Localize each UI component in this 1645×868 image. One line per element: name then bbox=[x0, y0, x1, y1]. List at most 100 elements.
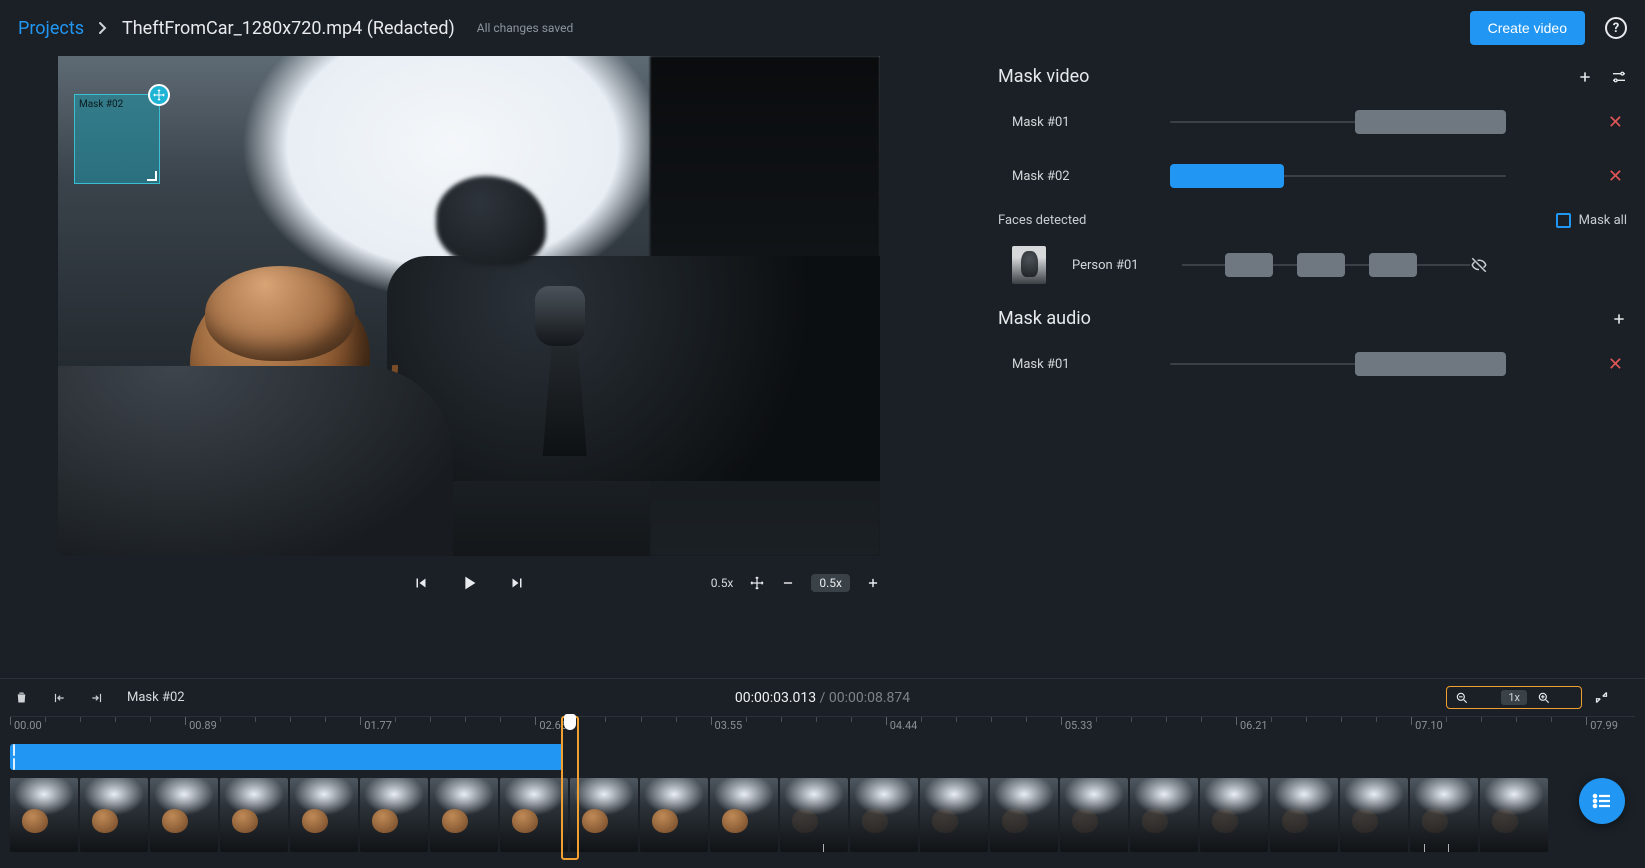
ruler-tick: 07.10 bbox=[1411, 717, 1412, 742]
timeline-thumbnail[interactable] bbox=[500, 778, 568, 852]
help-icon[interactable]: ? bbox=[1605, 17, 1627, 39]
video-frame-image bbox=[58, 56, 880, 556]
mask-segment[interactable] bbox=[1170, 164, 1284, 188]
timeline-thumbnail[interactable] bbox=[1270, 778, 1338, 852]
filename-label: TheftFromCar_1280x720.mp4 (Redacted) bbox=[122, 18, 455, 39]
video-preview[interactable]: Mask #02 bbox=[58, 56, 880, 556]
timeline-thumbnail[interactable] bbox=[1340, 778, 1408, 852]
mask-name-label: Mask #01 bbox=[1012, 115, 1170, 130]
mask-segment[interactable] bbox=[1355, 110, 1506, 134]
trim-end-icon[interactable] bbox=[89, 691, 105, 705]
visibility-off-icon[interactable] bbox=[1470, 256, 1488, 274]
timeline-thumbnail[interactable] bbox=[360, 778, 428, 852]
mask-name-label: Mask #01 bbox=[1012, 357, 1170, 372]
mask-video-title: Mask video bbox=[998, 66, 1089, 87]
mask-track[interactable] bbox=[1170, 363, 1506, 365]
delete-mask-icon[interactable]: ✕ bbox=[1608, 166, 1627, 187]
mask-all-label: Mask all bbox=[1579, 213, 1627, 228]
ruler-tick: 00.00 bbox=[10, 717, 11, 742]
mask-overlay-label: Mask #02 bbox=[79, 99, 123, 110]
timeline-thumbnail[interactable] bbox=[80, 778, 148, 852]
list-fab-button[interactable] bbox=[1579, 778, 1625, 824]
timeline-thumbnail[interactable] bbox=[920, 778, 988, 852]
faces-detected-label: Faces detected bbox=[998, 213, 1086, 228]
create-video-button[interactable]: Create video bbox=[1470, 11, 1585, 45]
play-icon[interactable] bbox=[458, 572, 480, 594]
timeline-time-display: 00:00:03.013 / 00:00:08.874 bbox=[735, 690, 910, 706]
mask-row[interactable]: Mask #02✕ bbox=[998, 159, 1627, 193]
timeline-thumbnail[interactable] bbox=[1200, 778, 1268, 852]
timeline-marker bbox=[1448, 844, 1449, 852]
timeline-thumbnail[interactable] bbox=[780, 778, 848, 852]
timeline-thumbnail[interactable] bbox=[430, 778, 498, 852]
tune-icon[interactable] bbox=[1611, 69, 1627, 85]
mask-all-checkbox[interactable] bbox=[1556, 213, 1571, 228]
timeline-thumbnail[interactable] bbox=[990, 778, 1058, 852]
add-mask-icon[interactable] bbox=[1577, 69, 1593, 85]
ruler-tick: 07.99 bbox=[1586, 717, 1587, 742]
timeline-thumbnail[interactable] bbox=[1480, 778, 1548, 852]
timeline-clip[interactable] bbox=[10, 744, 563, 770]
collapse-icon[interactable] bbox=[1594, 690, 1609, 705]
ruler-tick: 04.44 bbox=[886, 717, 887, 742]
person-thumbnail[interactable] bbox=[1012, 246, 1046, 284]
chevron-right-icon bbox=[98, 21, 108, 35]
timeline-zoom-value: 1x bbox=[1501, 690, 1527, 705]
ruler-tick: 05.33 bbox=[1061, 717, 1062, 742]
mask-track[interactable] bbox=[1170, 175, 1506, 177]
timeline-marker bbox=[823, 844, 824, 852]
clip-left-handle[interactable] bbox=[10, 744, 18, 770]
timeline-zoom-in-icon[interactable] bbox=[1537, 691, 1551, 705]
ruler-tick: 00.89 bbox=[185, 717, 186, 742]
delete-icon[interactable] bbox=[14, 690, 29, 705]
zoom-out-icon[interactable] bbox=[781, 576, 795, 590]
ruler-tick: 03.55 bbox=[711, 717, 712, 742]
person-name-label: Person #01 bbox=[1072, 258, 1182, 273]
timeline-thumbnail[interactable] bbox=[10, 778, 78, 852]
delete-mask-icon[interactable]: ✕ bbox=[1608, 112, 1627, 133]
timeline-thumbnails[interactable] bbox=[10, 778, 1635, 852]
timeline-thumbnail[interactable] bbox=[640, 778, 708, 852]
playback-speed-label: 0.5x bbox=[711, 576, 734, 590]
move-icon[interactable] bbox=[749, 575, 765, 591]
mask-segment[interactable] bbox=[1355, 352, 1506, 376]
person-segment[interactable] bbox=[1297, 253, 1345, 277]
add-audio-mask-icon[interactable] bbox=[1611, 311, 1627, 327]
timeline-thumbnail[interactable] bbox=[710, 778, 778, 852]
projects-link[interactable]: Projects bbox=[18, 18, 84, 39]
resize-handle-icon[interactable] bbox=[147, 171, 157, 181]
delete-mask-icon[interactable]: ✕ bbox=[1608, 354, 1627, 375]
trim-start-icon[interactable] bbox=[51, 691, 67, 705]
person-segment[interactable] bbox=[1369, 253, 1417, 277]
zoom-in-icon[interactable] bbox=[866, 576, 880, 590]
timeline-thumbnail[interactable] bbox=[220, 778, 288, 852]
breadcrumb: Projects TheftFromCar_1280x720.mp4 (Reda… bbox=[18, 18, 573, 39]
timeline-thumbnail[interactable] bbox=[570, 778, 638, 852]
ruler-tick: 06.21 bbox=[1236, 717, 1237, 742]
timeline-thumbnail[interactable] bbox=[1410, 778, 1478, 852]
timeline-thumbnail[interactable] bbox=[850, 778, 918, 852]
zoom-level-badge[interactable]: 0.5x bbox=[811, 574, 850, 592]
person-row[interactable]: Person #01 bbox=[998, 246, 1627, 284]
timeline-thumbnail[interactable] bbox=[1130, 778, 1198, 852]
timeline-selection-label: Mask #02 bbox=[127, 690, 185, 705]
ruler-tick: 02.66 bbox=[535, 717, 536, 742]
save-status-label: All changes saved bbox=[477, 21, 573, 35]
timeline-thumbnail[interactable] bbox=[290, 778, 358, 852]
mask-track[interactable] bbox=[1170, 121, 1506, 123]
mask-overlay[interactable]: Mask #02 bbox=[74, 94, 160, 184]
mask-audio-title: Mask audio bbox=[998, 308, 1091, 329]
skip-previous-icon[interactable] bbox=[412, 574, 430, 592]
timeline-ruler[interactable]: 00.00 00.89 01.77 02.66 03.55 04.44 05.33 06.21… bbox=[10, 716, 1635, 742]
ruler-tick: 01.77 bbox=[360, 717, 361, 742]
move-handle-icon[interactable] bbox=[148, 84, 170, 106]
person-segment[interactable] bbox=[1225, 253, 1273, 277]
skip-next-icon[interactable] bbox=[508, 574, 526, 592]
person-track[interactable] bbox=[1182, 264, 1470, 266]
mask-row[interactable]: Mask #01 ✕ bbox=[998, 105, 1627, 139]
timeline-thumbnail[interactable] bbox=[150, 778, 218, 852]
mask-row[interactable]: Mask #01 ✕ bbox=[998, 347, 1627, 381]
timeline-marker bbox=[1424, 844, 1425, 852]
timeline-zoom-out-icon[interactable] bbox=[1455, 691, 1469, 705]
timeline-thumbnail[interactable] bbox=[1060, 778, 1128, 852]
